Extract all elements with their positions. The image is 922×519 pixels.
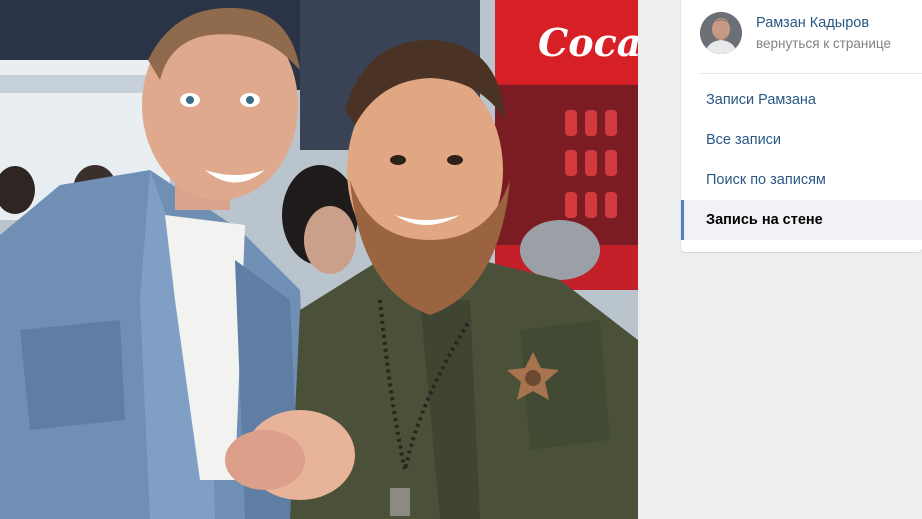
menu-item-wall-post[interactable]: Запись на стене — [681, 200, 922, 240]
sidebar-divider — [699, 73, 922, 74]
owner-name-link[interactable]: Рамзан Кадыров — [756, 15, 869, 31]
avatar-image — [700, 12, 742, 54]
back-to-page-link[interactable]: вернуться к странице — [756, 36, 891, 51]
post-photo[interactable]: Coca — [0, 0, 638, 519]
wall-menu: Записи Рамзана Все записи Поиск по запис… — [681, 80, 922, 240]
menu-item-all-posts[interactable]: Все записи — [681, 120, 922, 160]
menu-item-search-posts[interactable]: Поиск по записям — [681, 160, 922, 200]
post-photo-panel[interactable]: Coca — [0, 0, 638, 519]
menu-item-owner-posts[interactable]: Записи Рамзана — [681, 80, 922, 120]
coca-cola-sign: Coca — [538, 20, 638, 65]
wall-sidebar: Рамзан Кадыров вернуться к странице Запи… — [681, 0, 922, 252]
avatar[interactable] — [700, 12, 742, 54]
owner-block[interactable]: Рамзан Кадыров вернуться к странице — [681, 0, 922, 72]
page: Coca Рамзан Кадыров вернуться к странице… — [0, 0, 922, 519]
